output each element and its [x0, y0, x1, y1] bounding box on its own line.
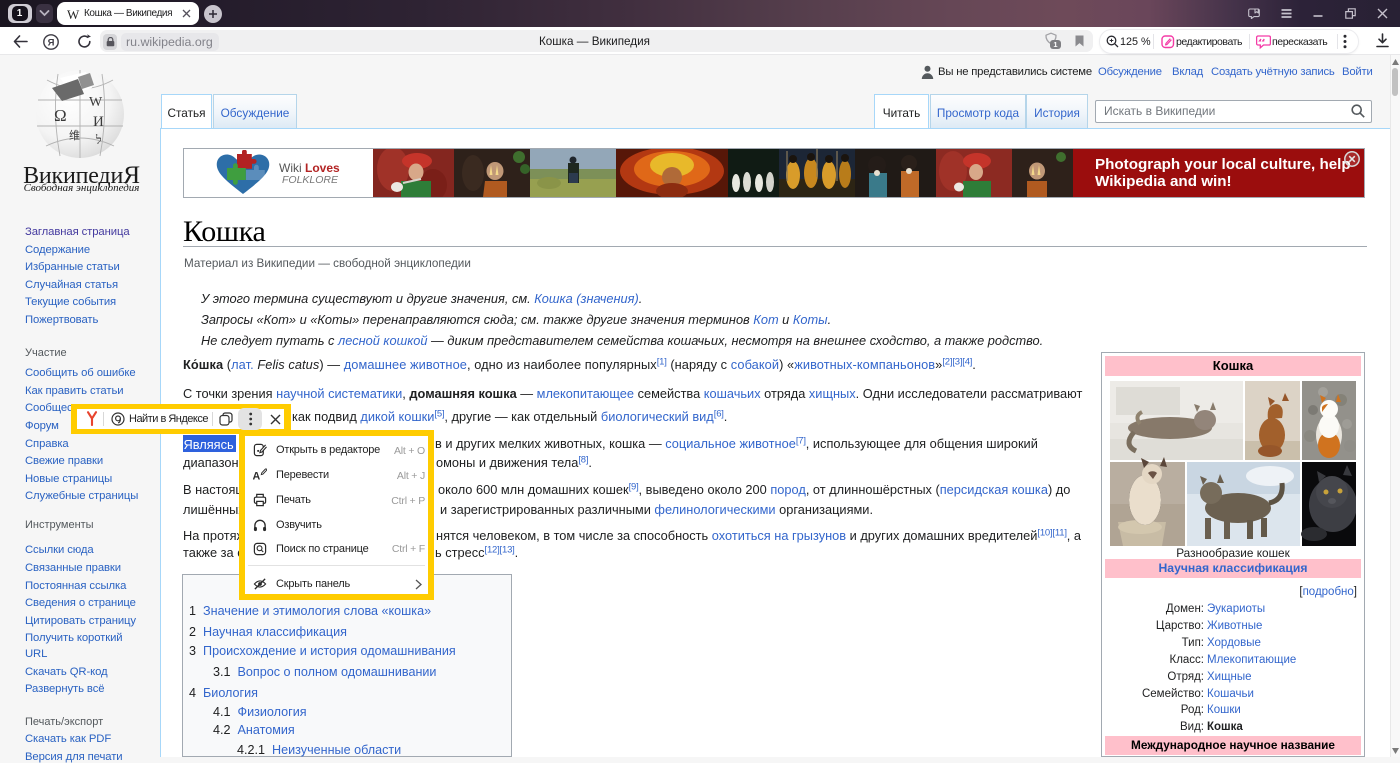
svg-text:ל: ל [95, 133, 102, 147]
svg-text:Я: Я [48, 37, 55, 48]
svg-text:W: W [89, 95, 103, 110]
svg-text:И: И [93, 114, 104, 130]
svg-text:Ω: Ω [54, 106, 67, 125]
svg-text:维: 维 [69, 129, 80, 142]
svg-text:А: А [253, 471, 261, 482]
